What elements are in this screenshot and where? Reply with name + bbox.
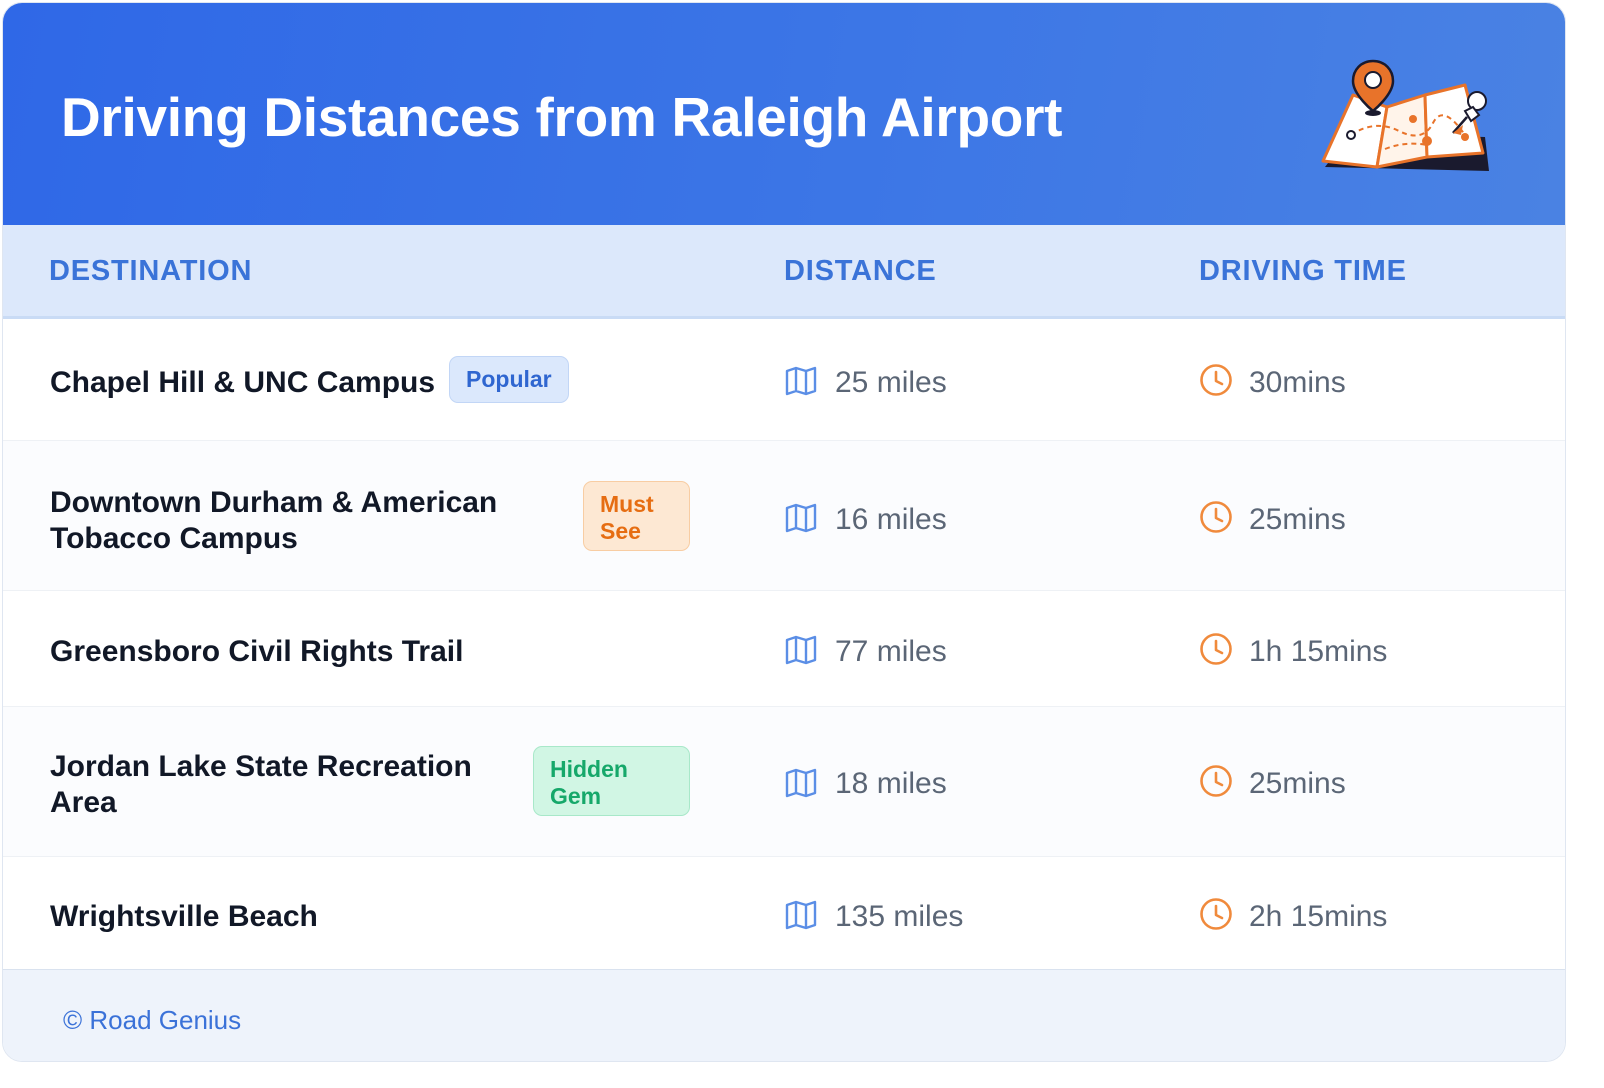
distance-value: 77 miles <box>835 635 947 668</box>
popular-badge: Popular <box>449 356 569 403</box>
clock-icon <box>1200 364 1232 396</box>
clock-icon <box>1200 501 1232 533</box>
distance-value: 135 miles <box>835 900 964 933</box>
driving-time-value: 25mins <box>1249 767 1346 800</box>
destination-line-2: Tobacco Campus <box>50 522 298 555</box>
driving-time-value: 30mins <box>1249 366 1346 399</box>
table-row: Chapel Hill & UNC Campus Popular 25 mile… <box>3 319 1565 441</box>
map-icon <box>785 366 817 396</box>
map-icon <box>785 503 817 533</box>
column-header-distance: DISTANCE <box>784 255 937 287</box>
clock-icon <box>1200 898 1232 930</box>
destination-line-1: Downtown Durham & American <box>50 486 498 519</box>
column-header-row: DESTINATION DISTANCE DRIVING TIME <box>3 225 1565 319</box>
destination-name: Wrightsville Beach <box>50 900 318 933</box>
driving-time-value: 2h 15mins <box>1249 900 1388 933</box>
table-row: Downtown Durham & American Tobacco Campu… <box>3 441 1565 591</box>
table-row: Wrightsville Beach 135 miles 2h 15mins <box>3 857 1565 969</box>
table-header-banner: Driving Distances from Raleigh Airport <box>3 3 1565 225</box>
driving-time-value: 1h 15mins <box>1249 635 1388 668</box>
destination-line-1: Jordan Lake State Recreation <box>50 750 472 783</box>
distance-value: 18 miles <box>835 767 947 800</box>
clock-icon <box>1200 633 1232 665</box>
column-header-destination: DESTINATION <box>49 255 253 287</box>
table-row: Greensboro Civil Rights Trail 77 miles 1… <box>3 591 1565 707</box>
distance-value: 25 miles <box>835 366 947 399</box>
clock-icon <box>1200 765 1232 797</box>
hidden-gem-badge: Hidden Gem <box>533 746 690 816</box>
destination-name: Downtown Durham & American Tobacco Campu… <box>50 485 497 557</box>
page-title: Driving Distances from Raleigh Airport <box>61 86 1063 148</box>
map-icon <box>785 635 817 665</box>
column-header-driving-time: DRIVING TIME <box>1199 255 1407 287</box>
destination-name: Jordan Lake State Recreation Area <box>50 749 472 821</box>
badge-line-2: See <box>600 518 641 544</box>
badge-line-2: Gem <box>550 783 602 809</box>
destination-name: Chapel Hill & UNC Campus <box>50 366 436 399</box>
table-row: Jordan Lake State Recreation Area Hidden… <box>3 707 1565 857</box>
destination-line-2: Area <box>50 786 117 819</box>
driving-time-value: 25mins <box>1249 503 1346 536</box>
badge-line-1: Hidden <box>550 756 628 782</box>
copyright-text: © Road Genius <box>63 1005 242 1035</box>
distance-table-card: Driving Distances from Raleigh Airport D… <box>2 2 1566 1062</box>
must-see-badge: Must See <box>583 481 690 551</box>
map-icon <box>785 768 817 798</box>
table-footer: © Road Genius <box>3 969 1565 1061</box>
destination-name: Greensboro Civil Rights Trail <box>50 635 464 668</box>
map-icon <box>785 900 817 930</box>
map-illustration-icon <box>1321 59 1489 171</box>
badge-line-1: Must <box>600 491 654 517</box>
distance-value: 16 miles <box>835 503 947 536</box>
